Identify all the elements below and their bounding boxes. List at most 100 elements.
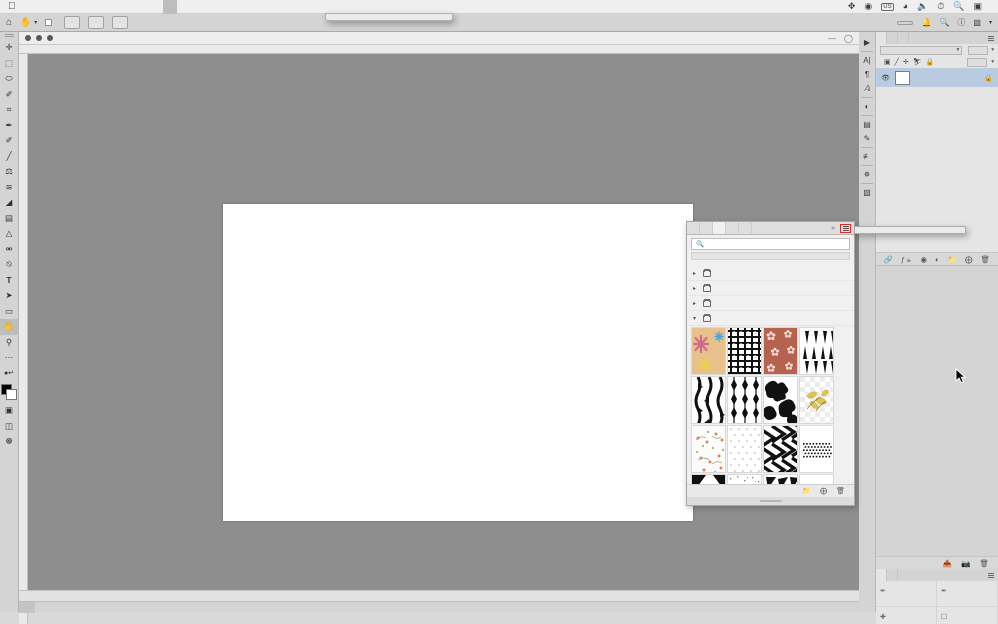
bluetooth-icon[interactable]: ✥ [848, 2, 856, 11]
fx-icon[interactable]: ƒ𝡍 [901, 255, 913, 264]
more-options-icon[interactable]: ☸ [0, 434, 19, 450]
menu-view[interactable] [135, 0, 149, 14]
delete-layer-icon[interactable]: 🗑 [980, 255, 990, 264]
pattern-group-water[interactable]: ▸ [687, 296, 854, 311]
layer-row-background[interactable]: 👁 🔒 [876, 68, 998, 87]
blur-tool[interactable]: △ [0, 226, 19, 242]
tab-channels[interactable] [887, 32, 898, 44]
tab-gradients[interactable] [726, 222, 739, 234]
menu-layer[interactable] [79, 0, 93, 14]
hand-tool-icon[interactable]: ✋ [20, 17, 31, 28]
menu-image[interactable] [65, 0, 79, 14]
tab-patterns[interactable] [713, 222, 726, 234]
mask-icon[interactable]: ◉ [921, 255, 928, 264]
share-icon[interactable]: 📤 [943, 559, 952, 568]
scroll-all-windows-checkbox[interactable] [45, 19, 56, 26]
menu-type[interactable] [93, 0, 107, 14]
chevron-stripe-pattern[interactable] [763, 425, 798, 473]
chevron-down-icon[interactable]: ▾ [991, 59, 994, 65]
blob-pattern[interactable] [763, 376, 798, 424]
panel-menu-icon[interactable] [984, 32, 998, 44]
tab-styles[interactable] [739, 222, 752, 234]
background-color-swatch[interactable] [6, 389, 17, 400]
blend-mode-select[interactable]: ▾ [880, 46, 962, 55]
quick-mask-icon[interactable]: ▣ [0, 403, 19, 419]
gradient-tool[interactable]: ▤ [0, 211, 19, 227]
screen-mode-icon[interactable]: ◫ [0, 419, 19, 435]
scattered-flowers-pattern[interactable] [691, 425, 726, 473]
pen-tool[interactable]: ⍉ [0, 257, 19, 273]
panel-menu-icon[interactable] [984, 569, 998, 581]
rust-floral-pattern[interactable] [763, 327, 798, 375]
panel-menu-icon[interactable] [840, 224, 851, 233]
tab-timeline[interactable] [19, 602, 35, 613]
fill-screen-button[interactable] [112, 16, 128, 29]
eyedropper-tool[interactable]: ✒ [0, 118, 19, 134]
delete-icon[interactable]: 🗑 [836, 487, 845, 495]
dotted-grid-pattern[interactable] [727, 327, 762, 375]
bell-icon[interactable]: 🔔 [921, 18, 931, 27]
apple-menu-icon[interactable]:  [8, 2, 16, 12]
rectangular-marquee-tool[interactable]: ⬚ [0, 56, 19, 72]
tab-measurement-log[interactable] [35, 602, 51, 613]
tab-paths[interactable] [898, 32, 909, 44]
new-pattern-icon[interactable]: ⨁ [820, 487, 827, 495]
camera-icon[interactable]: 📷 [961, 559, 970, 568]
tan-asterisk-pattern[interactable] [691, 327, 726, 375]
zoom-button[interactable] [47, 35, 53, 41]
lock-position-icon[interactable]: ✛ [903, 58, 909, 66]
history-brush-tool[interactable]: ≋ [0, 180, 19, 196]
wifi-icon[interactable]: ◕ [903, 2, 908, 11]
faint-dots-pattern[interactable] [727, 425, 762, 473]
artboard-canvas[interactable] [223, 204, 693, 521]
tab-swatches[interactable] [687, 222, 700, 234]
fine-checker-pattern[interactable] [799, 425, 834, 473]
minimize-button[interactable] [36, 35, 42, 41]
new-group-icon[interactable]: 📁 [802, 487, 811, 495]
menu-window[interactable] [163, 0, 177, 14]
properties-icon[interactable]: ✵ [859, 167, 876, 181]
foreground-background-color[interactable] [0, 383, 18, 401]
character-icon[interactable]: A| [859, 53, 876, 67]
chevron-down-icon[interactable]: ▾ [989, 19, 992, 26]
brush-tool[interactable]: ╱ [0, 149, 19, 165]
move-tool[interactable]: ✛ [0, 40, 19, 56]
menu-select[interactable] [107, 0, 121, 14]
chevron-down-icon[interactable]: ▾ [34, 19, 37, 26]
default-colors-icon[interactable]: ●↵ [0, 366, 19, 382]
fit-screen-button[interactable] [88, 16, 104, 29]
lasso-tool[interactable]: ⬭ [0, 71, 19, 87]
type-tool[interactable]: T [0, 273, 19, 289]
hand-tool[interactable]: ✋ [0, 319, 19, 335]
opacity-input[interactable] [968, 46, 988, 55]
pattern-group-postscript[interactable]: ▾ [687, 311, 854, 326]
crop-tool[interactable]: ⌗ [0, 102, 19, 118]
gradients-icon[interactable]: ▧ [859, 185, 876, 199]
search-patterns-input[interactable]: 🔍 [691, 238, 850, 250]
close-button[interactable] [25, 35, 31, 41]
paragraph-icon[interactable]: ¶ [859, 67, 876, 81]
adjustment-icon[interactable]: ◐ [935, 255, 940, 264]
tab-info[interactable] [876, 569, 887, 581]
share-button[interactable] [897, 21, 913, 25]
yellow-leaves-pattern[interactable] [799, 376, 834, 424]
tab-layers[interactable] [876, 32, 887, 44]
help-icon[interactable]: ⓘ [957, 17, 965, 28]
adjustments-icon[interactable]: ◐ [859, 99, 876, 113]
play-icon[interactable]: ▶ [859, 35, 876, 49]
spot-healing-brush-tool[interactable]: ✐ [0, 133, 19, 149]
lock-artboard-icon[interactable]: ⛷ [913, 58, 922, 66]
eraser-tool[interactable]: ◢ [0, 195, 19, 211]
menu-filter[interactable] [121, 0, 135, 14]
lock-image-icon[interactable]: ╱ [895, 58, 899, 66]
input-source-icon[interactable]: US [881, 3, 893, 11]
chevron-down-icon[interactable]: ▾ [991, 47, 994, 53]
edit-toolbar-ellipsis[interactable]: ⋯ [0, 350, 19, 366]
histogram-icon[interactable]: ≢ [859, 149, 876, 163]
glyphs-icon[interactable]: 𝔸 [859, 81, 876, 95]
trash-icon[interactable]: 🗑 [979, 559, 989, 568]
clone-stamp-tool[interactable]: ⚖ [0, 164, 19, 180]
menu-edit[interactable] [51, 0, 65, 14]
link-icon[interactable]: 🔗 [884, 255, 893, 264]
black-vine-pattern[interactable] [691, 376, 726, 424]
